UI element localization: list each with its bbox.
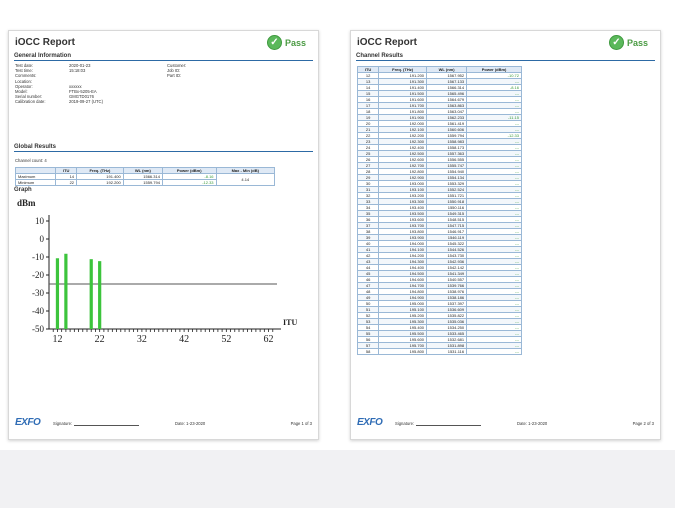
channel-count-value: 4 bbox=[44, 158, 47, 163]
report-title: iOCC Report bbox=[357, 37, 417, 48]
background-strip bbox=[0, 450, 675, 508]
y-tick-label: -20 bbox=[32, 270, 44, 280]
graph-heading: Graph bbox=[14, 187, 32, 193]
channel-count-label: Channel count: bbox=[15, 158, 44, 163]
page-footer: EXFO Signature: Date: 1-23-2020 Page 1 o… bbox=[15, 417, 312, 431]
signature-line bbox=[416, 421, 482, 426]
info-row: Part ID: bbox=[167, 73, 207, 78]
footer-date: Date: 1-23-2020 bbox=[517, 421, 548, 426]
general-info-right: Customer: Job ID: Part ID: bbox=[167, 63, 207, 79]
channel-count: Channel count: 4 bbox=[15, 158, 47, 163]
power-cell: --- bbox=[466, 348, 522, 355]
wl-cell: 1559.794 bbox=[122, 179, 163, 186]
info-value: 15:18:03 bbox=[69, 68, 86, 74]
report-title: iOCC Report bbox=[15, 37, 75, 48]
general-info-left: Test date: 2020-01-23 Test time: 15:18:03 Co… bbox=[15, 63, 103, 105]
check-icon: ✓ bbox=[608, 35, 624, 50]
max-min-cell: 4.14 bbox=[215, 173, 276, 186]
pass-badge: ✓ Pass bbox=[266, 35, 306, 50]
pass-label: Pass bbox=[284, 37, 306, 48]
info-key: Calibration date: bbox=[15, 99, 46, 105]
exfo-logo: EXFO bbox=[15, 417, 41, 428]
pass-badge: ✓ Pass bbox=[608, 35, 648, 50]
report-page-1[interactable]: iOCC Report ✓ Pass General Information T… bbox=[8, 30, 319, 440]
x-tick-label: 42 bbox=[179, 334, 189, 345]
signature-field: Signature: bbox=[395, 421, 482, 426]
y-tick-label: 0 bbox=[40, 234, 45, 244]
page-number: Page 1 of 3 bbox=[290, 421, 312, 426]
freq-cell: 195.800 bbox=[378, 348, 428, 355]
check-icon: ✓ bbox=[266, 35, 282, 50]
general-info-heading: General Information bbox=[14, 53, 313, 61]
power-bar bbox=[89, 259, 93, 329]
y-tick-label: 10 bbox=[35, 216, 45, 226]
power-bar-chart: dBm 10 0 -10 -20 -30 -40 -50 12 22 32 42 52 62 ITU bbox=[17, 198, 297, 345]
x-tick-label: 22 bbox=[95, 334, 105, 345]
y-axis-label: dBm bbox=[17, 198, 36, 208]
y-tick-label: -40 bbox=[32, 306, 44, 316]
page-footer: EXFO Signature: Date: 1-23-2020 Page 2 o… bbox=[357, 417, 654, 431]
power-cell: -12.33 bbox=[161, 179, 217, 186]
x-axis-label: ITU bbox=[283, 318, 297, 327]
signature-label: Signature: bbox=[395, 421, 415, 426]
info-key: Part ID: bbox=[167, 73, 182, 79]
pass-label: Pass bbox=[626, 37, 648, 48]
channel-results-heading: Channel Results bbox=[356, 53, 655, 61]
x-tick-label: 32 bbox=[137, 334, 147, 345]
wl-cell: 1531.116 bbox=[426, 348, 468, 355]
info-value: 2019-09-27 (UTC) bbox=[69, 99, 103, 105]
row-label: Minimum bbox=[14, 179, 57, 186]
summary-table: ITU Freq. (THz) WL (nm) Power (dBm) Max - Mi… bbox=[14, 167, 276, 186]
itu-cell: 22 bbox=[55, 179, 78, 186]
channel-results-table: ITU Freq. (THz) WL (nm) Power (dBm) 12 191.2… bbox=[356, 66, 522, 355]
itu-cell: 58 bbox=[356, 348, 380, 355]
signature-line bbox=[74, 421, 140, 426]
page-number: Page 2 of 3 bbox=[632, 421, 654, 426]
global-results-heading: Global Results bbox=[14, 144, 313, 152]
table-row: 58 195.800 1531.116 --- bbox=[356, 348, 522, 355]
y-tick-label: -10 bbox=[32, 252, 44, 262]
info-row: Calibration date: 2019-09-27 (UTC) bbox=[15, 99, 103, 104]
x-tick-label: 62 bbox=[264, 334, 274, 345]
x-tick-label: 52 bbox=[221, 334, 231, 345]
exfo-logo: EXFO bbox=[357, 417, 383, 428]
signature-label: Signature: bbox=[53, 421, 73, 426]
freq-cell: 192.200 bbox=[76, 179, 124, 186]
power-bar bbox=[98, 261, 102, 329]
x-tick-label: 12 bbox=[52, 334, 62, 345]
report-page-2[interactable]: iOCC Report ✓ Pass Channel Results ITU Fr… bbox=[350, 30, 661, 440]
power-bar bbox=[64, 253, 68, 329]
y-tick-label: -50 bbox=[32, 324, 44, 334]
signature-field: Signature: bbox=[53, 421, 140, 426]
power-bar bbox=[55, 258, 60, 329]
y-tick-label: -30 bbox=[32, 288, 44, 298]
footer-date: Date: 1-23-2020 bbox=[175, 421, 206, 426]
